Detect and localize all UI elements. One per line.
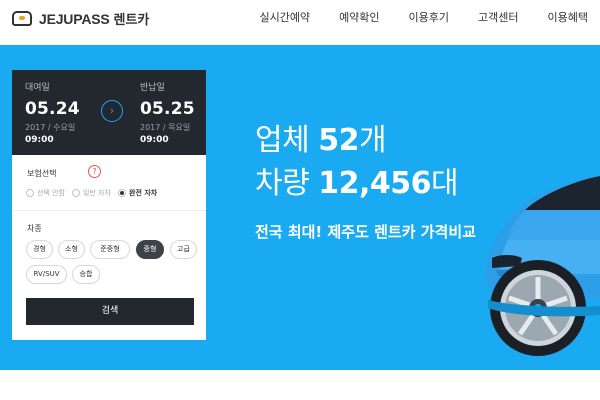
car-type-mid[interactable]: 중형: [136, 240, 164, 259]
pickup-label: 대여일: [25, 83, 50, 93]
pickup-day: 2017 / 수요일: [25, 123, 76, 132]
date-selector: 대여일 05.24 2017 / 수요일 09:00 › 반납일 05.25 2…: [12, 70, 206, 155]
car-logo-icon: [11, 10, 33, 27]
vehicle-count-headline: 차량 12,456대: [255, 166, 459, 201]
car-type-small[interactable]: 소형: [58, 240, 85, 259]
search-button[interactable]: 검색: [26, 298, 194, 325]
insurance-title: 보험선택: [27, 169, 57, 178]
radio-icon: [72, 189, 80, 197]
search-panel: 대여일 05.24 2017 / 수요일 09:00 › 반납일 05.25 2…: [12, 70, 206, 340]
car-type-semi-mid[interactable]: 준중형: [90, 240, 130, 259]
car-type-title: 차종: [27, 224, 42, 233]
car-type-luxury[interactable]: 고급: [170, 240, 197, 259]
nav-booking-check[interactable]: 예약확인: [339, 11, 379, 25]
car-type-rv-suv[interactable]: RV/SUV: [26, 265, 67, 284]
insurance-option-full[interactable]: 완전 자차: [118, 188, 157, 198]
company-count-headline: 업체 52개: [255, 123, 387, 158]
page: JEJUPASS 렌트카 실시간예약 예약확인 이용후기 고객센터 이용혜택 업…: [0, 0, 600, 400]
car-image: [485, 176, 600, 356]
pickup-date[interactable]: 대여일 05.24 2017 / 수요일 09:00: [25, 80, 80, 145]
radio-icon: [26, 189, 34, 197]
chevron-right-icon[interactable]: ›: [101, 100, 123, 122]
nav-customer-center[interactable]: 고객센터: [478, 11, 518, 25]
return-date-value: 05.25: [140, 99, 195, 119]
hero-subtitle: 전국 최대! 제주도 렌트카 가격비교: [255, 223, 476, 241]
return-time: 09:00: [140, 135, 169, 145]
return-day: 2017 / 목요일: [140, 123, 191, 132]
car-type-compact[interactable]: 경형: [26, 240, 53, 259]
nav-benefits[interactable]: 이용혜택: [548, 11, 588, 25]
radio-label: 완전 자차: [129, 189, 158, 197]
pickup-time: 09:00: [25, 135, 54, 145]
logo[interactable]: JEJUPASS 렌트카: [11, 9, 149, 28]
divider: [12, 210, 206, 211]
return-label: 반납일: [140, 83, 165, 93]
logo-text-ko: 렌트카: [113, 13, 150, 28]
top-header: JEJUPASS 렌트카 실시간예약 예약확인 이용후기 고객센터 이용혜택: [0, 0, 600, 45]
insurance-option-none[interactable]: 선택 안함: [26, 188, 65, 198]
bottom-strip: [0, 370, 600, 400]
insurance-options: 선택 안함 일반 자차 완전 자차: [26, 188, 164, 198]
return-date[interactable]: 반납일 05.25 2017 / 목요일 09:00: [140, 80, 195, 145]
radio-label: 선택 안함: [37, 189, 65, 197]
radio-label: 일반 자차: [83, 189, 111, 197]
logo-text: JEJUPASS: [39, 10, 110, 27]
help-icon[interactable]: ?: [88, 165, 101, 178]
pickup-date-value: 05.24: [25, 99, 80, 119]
radio-selected-icon: [118, 189, 126, 197]
main-nav: 실시간예약 예약확인 이용후기 고객센터 이용혜택: [230, 11, 588, 25]
nav-realtime-booking[interactable]: 실시간예약: [259, 11, 310, 25]
insurance-option-basic[interactable]: 일반 자차: [72, 188, 111, 198]
nav-reviews[interactable]: 이용후기: [409, 11, 449, 25]
car-type-van[interactable]: 승합: [72, 265, 100, 284]
